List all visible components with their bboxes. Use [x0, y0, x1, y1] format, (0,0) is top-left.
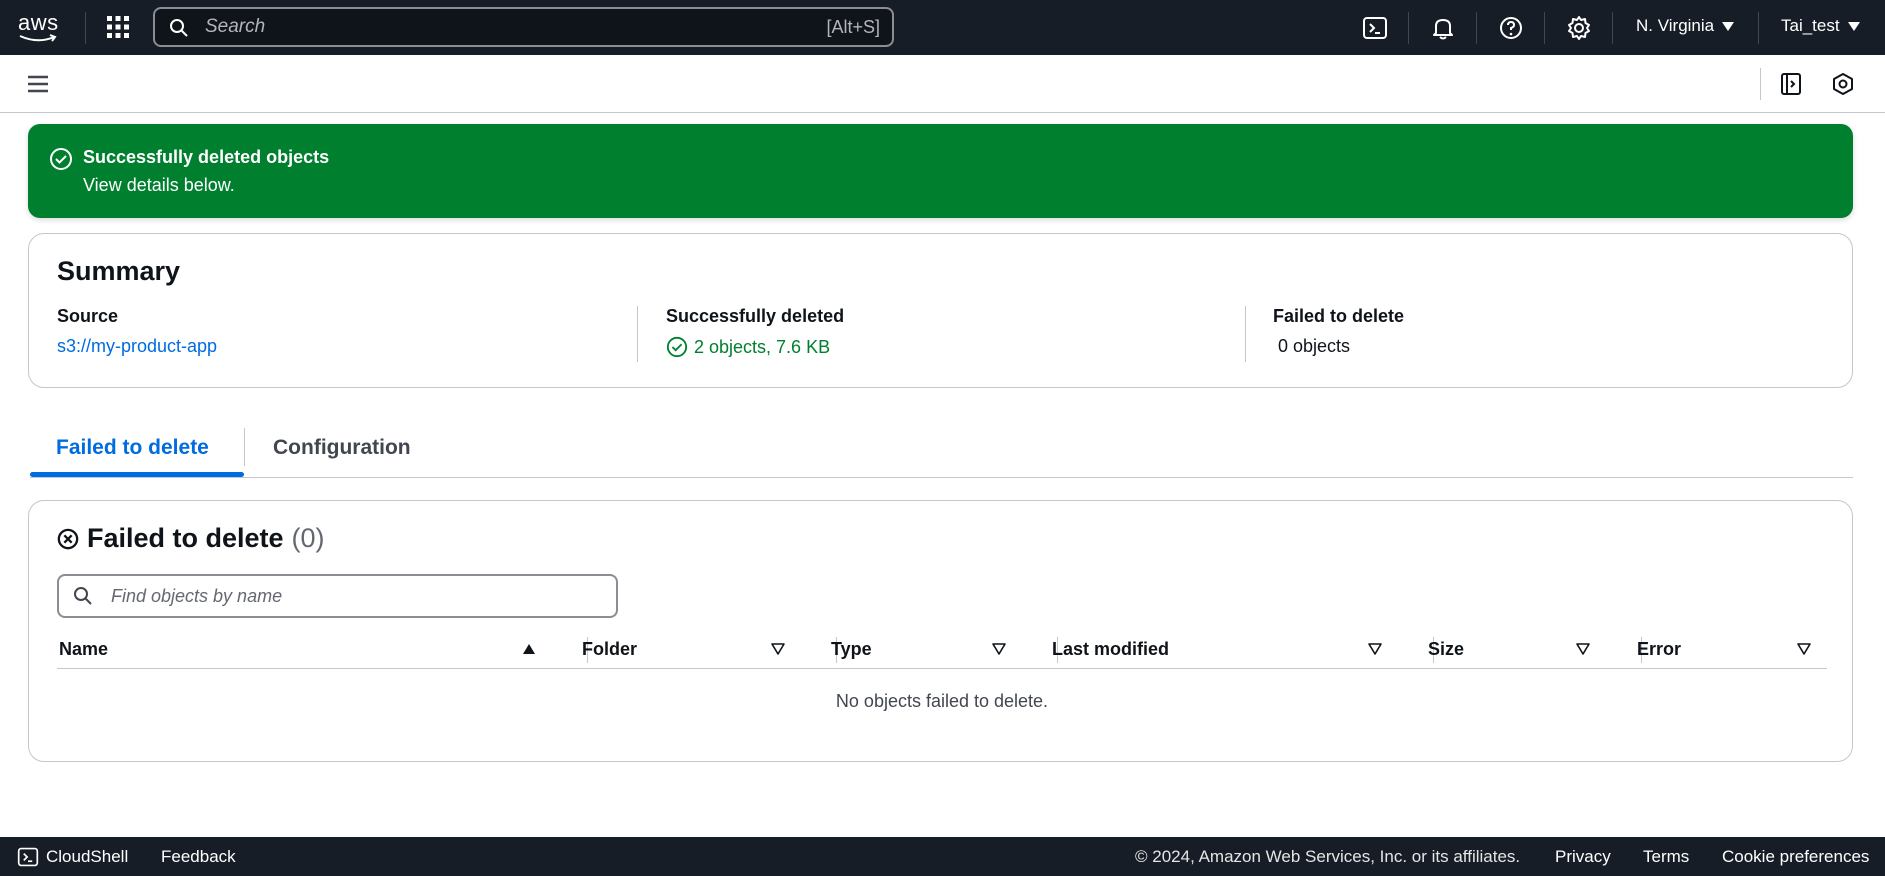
sort-icon[interactable]	[771, 643, 785, 655]
sort-ascending-icon[interactable]	[522, 643, 536, 655]
footer-cookie-link[interactable]: Cookie preferences	[1722, 847, 1869, 867]
tab-failed-to-delete[interactable]: Failed to delete	[56, 436, 209, 460]
sort-icon[interactable]	[1368, 643, 1382, 655]
gear-icon[interactable]	[1566, 15, 1592, 41]
top-navigation: aws [Alt+S]	[0, 0, 1885, 55]
deleted-status: 2 objects, 7.6 KB	[666, 336, 844, 358]
side-panel-icon[interactable]	[1778, 71, 1804, 97]
failed-table-container: Failed to delete (0) Name Folder Type La…	[28, 500, 1853, 762]
source-column: Source s3://my-product-app	[57, 306, 217, 357]
console-subbar	[0, 55, 1885, 113]
failed-column: Failed to delete 0 objects	[1273, 306, 1404, 357]
region-selector[interactable]: N. Virginia	[1636, 16, 1735, 36]
source-label: Source	[57, 306, 119, 326]
menu-icon[interactable]	[26, 72, 50, 96]
check-circle-icon	[666, 336, 688, 358]
search-input[interactable]	[203, 13, 763, 41]
summary-container: Summary Source s3://my-product-app Succe…	[28, 233, 1853, 388]
column-header-size[interactable]: Size	[1428, 639, 1464, 660]
services-grid-icon[interactable]	[106, 15, 130, 39]
deleted-column: Successfully deleted 2 objects, 7.6 KB	[666, 306, 844, 358]
aws-logo[interactable]: aws	[18, 10, 64, 44]
column-divider	[637, 306, 638, 362]
source-link[interactable]: s3://my-product-app	[57, 336, 217, 357]
account-menu[interactable]: Tai_test	[1781, 16, 1860, 36]
column-header-folder[interactable]: Folder	[582, 639, 637, 660]
footer-feedback-link[interactable]: Feedback	[161, 847, 236, 867]
deleted-value: 2 objects, 7.6 KB	[694, 336, 831, 357]
error-circle-icon	[57, 528, 79, 549]
failed-title: Failed to delete	[87, 523, 284, 553]
deleted-label: Successfully deleted	[666, 306, 845, 326]
nav-divider	[1758, 12, 1759, 44]
failed-count: (0)	[291, 523, 325, 553]
account-label: Tai_test	[1781, 16, 1840, 35]
sort-icon[interactable]	[1797, 643, 1811, 655]
search-icon	[170, 19, 188, 37]
console-footer: CloudShell Feedback © 2024, Amazon Web S…	[0, 837, 1885, 876]
results-tabs: Failed to delete Configuration	[30, 418, 1853, 478]
nav-divider	[1408, 12, 1409, 44]
settings-hex-icon[interactable]	[1830, 71, 1856, 97]
nav-divider	[85, 12, 86, 44]
subbar-divider	[1760, 68, 1761, 100]
caret-down-icon	[1722, 22, 1735, 32]
cloudshell-icon[interactable]	[1362, 15, 1388, 41]
footer-copyright: © 2024, Amazon Web Services, Inc. or its…	[1135, 847, 1521, 866]
summary-title: Summary	[57, 256, 181, 286]
column-header-type[interactable]: Type	[831, 639, 872, 660]
empty-table-message: No objects failed to delete.	[835, 691, 1049, 711]
help-icon[interactable]	[1498, 15, 1524, 41]
column-header-last-modified[interactable]: Last modified	[1052, 639, 1169, 660]
nav-divider	[1544, 12, 1545, 44]
sort-icon[interactable]	[992, 643, 1006, 655]
sort-icon[interactable]	[1576, 643, 1590, 655]
check-circle-icon	[50, 148, 72, 170]
footer-privacy-link[interactable]: Privacy	[1555, 847, 1611, 867]
aws-logo-text: aws	[18, 10, 59, 35]
column-header-name[interactable]: Name	[59, 639, 108, 660]
caret-down-icon	[1847, 22, 1860, 32]
footer-cloudshell-link[interactable]: CloudShell	[46, 847, 128, 867]
object-filter[interactable]	[57, 574, 618, 618]
tab-configuration[interactable]: Configuration	[273, 436, 411, 460]
failed-label: Failed to delete	[1273, 306, 1405, 326]
tab-separator	[244, 428, 245, 466]
footer-terms-link[interactable]: Terms	[1643, 847, 1689, 867]
nav-divider	[1612, 12, 1613, 44]
flash-title: Successfully deleted objects	[83, 147, 330, 167]
success-flashbar: Successfully deleted objects View detail…	[28, 124, 1853, 218]
flash-subtitle: View details below.	[83, 175, 235, 195]
column-divider	[1245, 306, 1246, 362]
global-search[interactable]: [Alt+S]	[153, 7, 894, 47]
cloudshell-icon[interactable]	[17, 846, 39, 868]
active-tab-indicator	[30, 472, 244, 477]
failed-value: 0 objects	[1278, 336, 1351, 356]
region-label: N. Virginia	[1636, 16, 1715, 35]
search-icon	[74, 587, 92, 605]
table-header: Name Folder Type Last modified Size Erro…	[57, 629, 1827, 669]
aws-smile-icon	[19, 34, 57, 42]
bell-icon[interactable]	[1430, 15, 1456, 41]
failed-header: Failed to delete (0)	[57, 523, 325, 554]
column-header-error[interactable]: Error	[1637, 639, 1681, 660]
filter-input[interactable]	[109, 582, 599, 610]
nav-divider	[1476, 12, 1477, 44]
search-shortcut: [Alt+S]	[826, 17, 880, 37]
